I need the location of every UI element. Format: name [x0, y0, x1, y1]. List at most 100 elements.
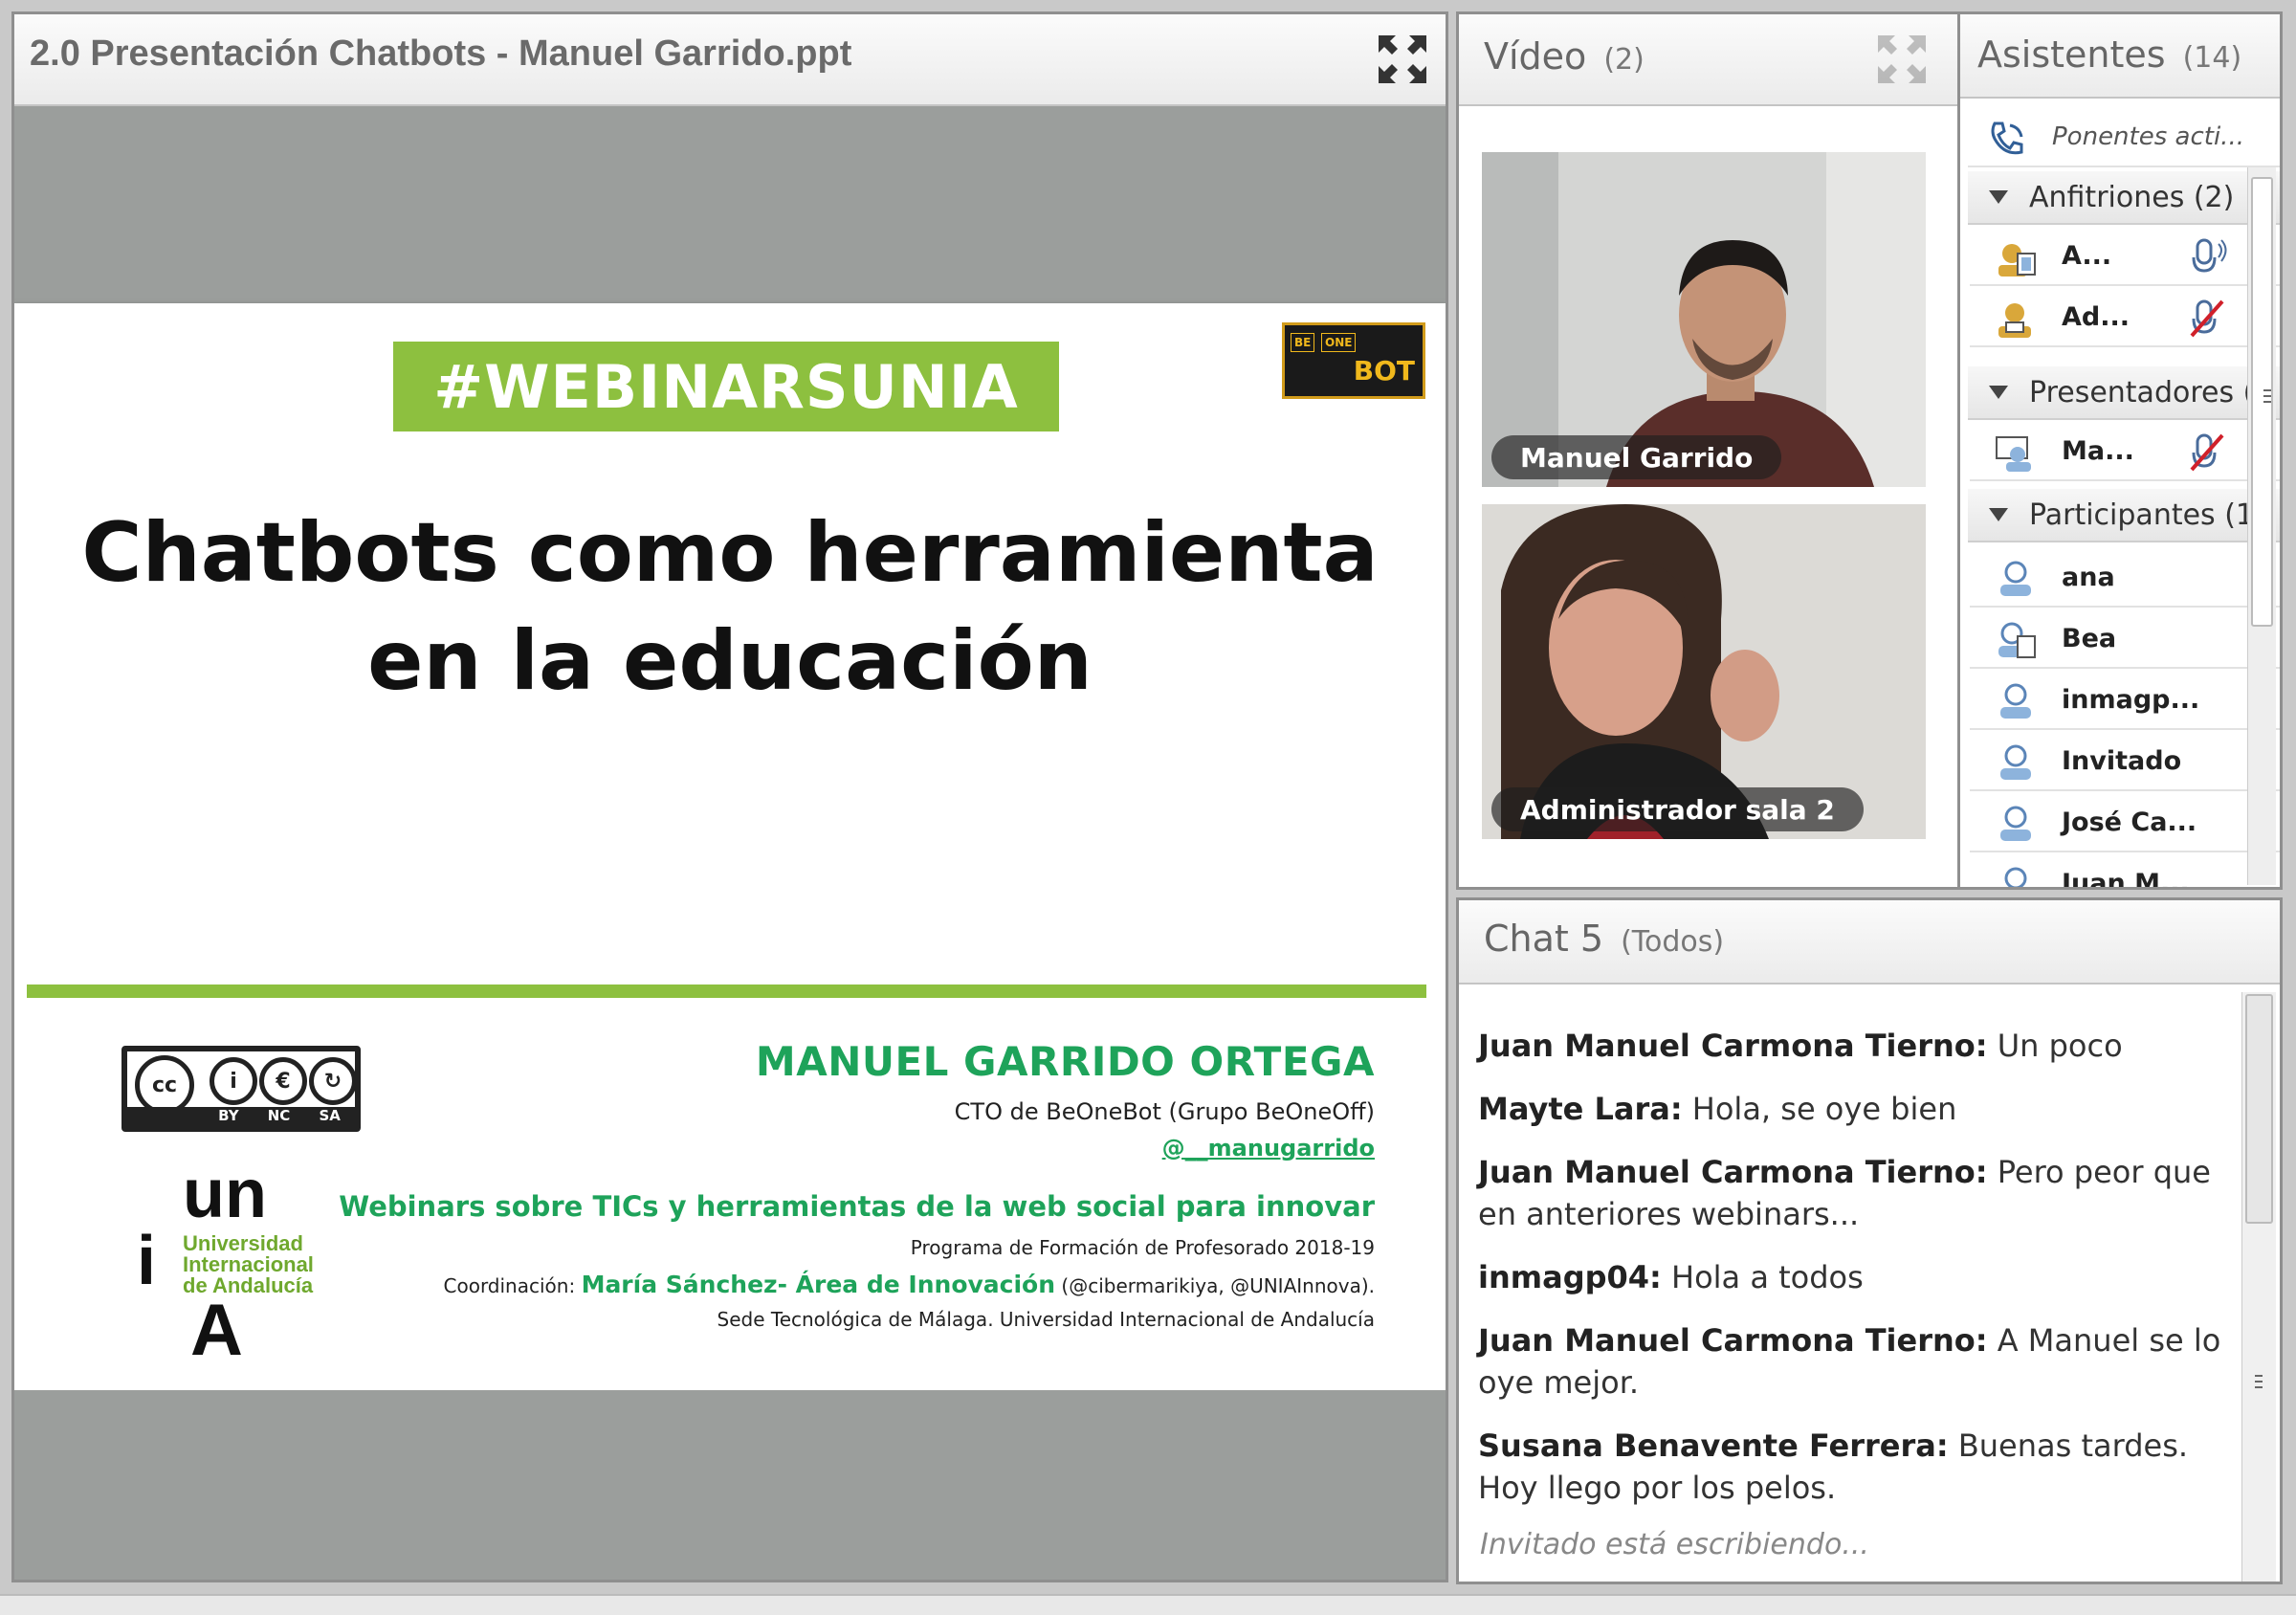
attendees-pod-title: Asistentes (14) — [1977, 33, 2241, 76]
group-presenters[interactable]: Presentadores ( — [1968, 366, 2280, 420]
chat-message: Juan Manuel Carmona Tierno: Pero peor qu… — [1478, 1151, 2230, 1235]
attendee-participant-name: Juan M... — [2062, 869, 2190, 890]
video-feed-1[interactable]: Manuel Garrido — [1482, 152, 1926, 487]
cc-sa-label: SA — [319, 1107, 341, 1124]
attendees-pod-header: Asistentes (14) — [1960, 14, 2280, 99]
typing-indicator: Invitado está escribiendo... — [1480, 1528, 1869, 1561]
video-feed-2[interactable]: Administrador sala 2 — [1482, 504, 1926, 839]
slide-credits: MANUEL GARRIDO ORTEGA CTO de BeOneBot (G… — [339, 1038, 1375, 1331]
slide-letterbox-top — [14, 106, 1446, 303]
chat-sender: Juan Manuel Carmona Tierno: — [1478, 1154, 1988, 1190]
chat-scope: (Todos) — [1621, 925, 1725, 959]
logo-small-be: BE — [1291, 333, 1315, 352]
unia-line2: Internacional — [183, 1252, 314, 1276]
grip-icon — [2255, 1375, 2263, 1388]
chat-text: Un poco — [1987, 1028, 2123, 1064]
attendees-pod: Asistentes (14) Ponentes acti... Anfitrio… — [1957, 11, 2283, 890]
caret-down-icon[interactable] — [1989, 386, 2008, 399]
attendee-participant[interactable]: inmagp... — [1970, 671, 2280, 730]
coord-handles: (@cibermarikiya, @UNIAInnova). — [1055, 1274, 1375, 1297]
chat-pod-title: Chat 5 (Todos) — [1484, 918, 1724, 960]
attendee-participant-name: Bea — [2062, 624, 2117, 653]
chat-pod: Chat 5 (Todos) Juan Manuel Carmona Tierno… — [1456, 897, 2283, 1584]
microphone-on-icon[interactable] — [2190, 236, 2228, 278]
beonebot-logo: BE ONE BOT — [1282, 322, 1425, 399]
coordination-text: Coordinación: María Sánchez- Área de Inn… — [339, 1271, 1376, 1298]
unia-text: Universidad Internacional de Andalucía — [183, 1233, 314, 1296]
group-participants[interactable]: Participantes (1 — [1968, 489, 2280, 542]
attendees-scrollbar[interactable] — [2247, 167, 2276, 885]
active-speakers-label: Ponentes acti... — [2052, 122, 2244, 151]
programa-text: Programa de Formación de Profesorado 201… — [910, 1236, 1375, 1259]
chat-message: Mayte Lara: Hola, se oye bien — [1478, 1088, 2230, 1130]
attendees-title-text: Asistentes — [1977, 33, 2166, 76]
presentation-slide: #WEBINARSUNIA BE ONE BOT Chatbots como h… — [14, 303, 1446, 1390]
group-hosts-label: Anfitriones (2) — [2029, 181, 2235, 214]
attendee-participant-name: José Ca... — [2062, 808, 2197, 837]
microphone-muted-icon[interactable] — [2190, 298, 2228, 340]
attendee-presenter-1[interactable]: Ma... — [1970, 422, 2280, 481]
unia-line1: Universidad — [183, 1231, 303, 1255]
nc-icon: € — [259, 1057, 307, 1105]
group-hosts[interactable]: Anfitriones (2) — [1968, 171, 2280, 225]
chat-text: Hola, se oye bien — [1682, 1091, 1957, 1127]
video-count: (2) — [1603, 43, 1645, 77]
group-presenters-label: Presentadores ( — [2029, 376, 2255, 409]
chat-scrollbar[interactable] — [2241, 992, 2276, 1582]
author-handle-link[interactable]: @__manugarrido — [339, 1135, 1375, 1161]
video-pod-title: Vídeo (2) — [1484, 35, 1645, 77]
logo-small-one: ONE — [1321, 333, 1357, 352]
active-speakers-row[interactable]: Ponentes acti... — [1968, 108, 2280, 167]
webinars-title: Webinars sobre TICs y herramientas de la… — [339, 1190, 1375, 1223]
video-pod: Vídeo (2) Manuel Garrido Administrador s… — [1456, 11, 1961, 890]
attendee-host-2[interactable]: Ad... — [1970, 288, 2280, 347]
participant-user-icon — [2000, 806, 2031, 841]
attendee-participant-name: Invitado — [2062, 746, 2182, 776]
caret-down-icon[interactable] — [1989, 508, 2008, 521]
author-role: CTO de BeOneBot (Grupo BeOneOff) — [954, 1098, 1375, 1125]
cc-nc-label: NC — [267, 1107, 291, 1124]
slide-divider — [27, 984, 1426, 998]
grip-icon — [2263, 389, 2271, 403]
creative-commons-badge: cc i € ↻ BY NC SA — [121, 1046, 361, 1132]
attendee-participant[interactable]: ana — [1970, 548, 2280, 608]
attendee-host-2-name: Ad... — [2062, 302, 2130, 332]
author-name: MANUEL GARRIDO ORTEGA — [755, 1038, 1375, 1085]
group-participants-label: Participantes (1 — [2029, 498, 2255, 532]
sede-text: Sede Tecnológica de Málaga. Universidad … — [717, 1308, 1375, 1331]
slide-title-line2: en la educación — [367, 613, 1093, 709]
slide-title-line1: Chatbots como herramienta — [81, 505, 1379, 601]
chat-scroll-thumb[interactable] — [2245, 994, 2273, 1224]
chat-sender: Mayte Lara: — [1478, 1091, 1683, 1127]
chat-pod-header: Chat 5 (Todos) — [1459, 900, 2280, 984]
coord-name: María Sánchez- Área de Innovación — [581, 1271, 1056, 1298]
chat-message-list: Juan Manuel Carmona Tierno: Un poco Mayt… — [1478, 1025, 2230, 1530]
cc-by-label: BY — [218, 1107, 239, 1124]
chat-message: Susana Benavente Ferrera: Buenas tardes.… — [1478, 1425, 2230, 1509]
attendee-host-1[interactable]: A... — [1970, 227, 2280, 286]
attendees-scroll-thumb[interactable] — [2251, 177, 2273, 627]
attendee-host-1-name: A... — [2062, 241, 2112, 271]
attendee-participant-name: inmagp... — [2062, 685, 2200, 715]
by-icon: i — [210, 1057, 257, 1105]
attendee-participant[interactable]: Juan M... — [1970, 854, 2280, 890]
cc-strip: BY NC SA — [127, 1107, 355, 1126]
unia-i: i — [137, 1223, 157, 1299]
host-user-icon — [1998, 244, 2036, 277]
video-pod-header: Vídeo (2) — [1459, 14, 1958, 106]
participant-user-icon — [2000, 561, 2031, 596]
participant-user-icon — [1998, 622, 2036, 658]
unia-logo: un i Universidad Internacional de Andalu… — [137, 1156, 328, 1371]
attendee-participant[interactable]: Invitado — [1970, 732, 2280, 791]
attendee-participant[interactable]: José Ca... — [1970, 793, 2280, 852]
microphone-muted-icon[interactable] — [2190, 431, 2228, 474]
video-fullscreen-icon[interactable] — [1876, 33, 1928, 85]
unia-a: A — [190, 1290, 243, 1371]
caret-down-icon[interactable] — [1989, 190, 2008, 204]
fullscreen-icon[interactable] — [1377, 33, 1428, 85]
chat-sender: inmagp04: — [1478, 1259, 1662, 1295]
chat-message: Juan Manuel Carmona Tierno: Un poco — [1478, 1025, 2230, 1067]
attendee-participant[interactable]: Bea — [1970, 609, 2280, 669]
chat-text: Hola a todos — [1661, 1259, 1864, 1295]
logo-bot: BOT — [1353, 355, 1415, 387]
